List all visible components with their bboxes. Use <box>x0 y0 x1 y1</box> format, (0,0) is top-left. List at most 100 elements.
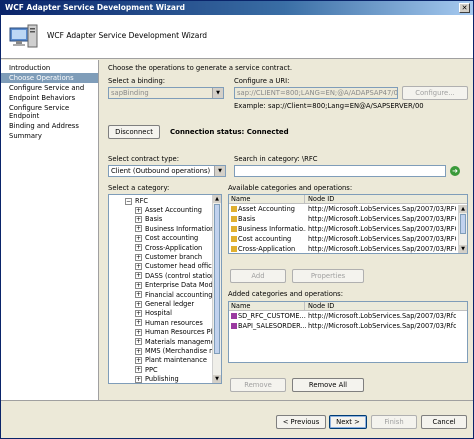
add-button[interactable]: Add <box>230 269 286 283</box>
remove-button[interactable]: Remove <box>230 378 286 392</box>
expand-icon[interactable]: + <box>135 281 142 289</box>
tree-root[interactable]: − RFC <box>125 197 148 206</box>
previous-button[interactable]: < Previous <box>276 415 326 429</box>
tree-item[interactable]: + MMS (Merchandise mgt <box>135 347 221 356</box>
scroll-thumb[interactable] <box>460 214 466 234</box>
computer-network-icon <box>9 24 38 48</box>
tree-item[interactable]: + DASS (control station) <box>135 272 218 281</box>
expand-icon[interactable]: + <box>135 347 142 355</box>
tree-item[interactable]: + Human resources <box>135 319 203 328</box>
tree-scrollbar[interactable]: ▲ ▼ <box>212 195 221 383</box>
expand-icon[interactable]: + <box>135 272 142 280</box>
folder-icon <box>231 216 237 222</box>
table-row[interactable]: Asset Accounting http://Microsoft.LobServ… <box>229 205 457 215</box>
expand-icon[interactable]: + <box>135 328 142 336</box>
expand-icon[interactable]: + <box>135 215 142 223</box>
remove-all-button[interactable]: Remove All <box>292 378 364 392</box>
tree-item[interactable]: + Financial accounting <box>135 291 212 300</box>
expand-icon[interactable]: + <box>135 262 142 270</box>
expand-icon[interactable]: + <box>135 300 142 308</box>
table-row[interactable]: Cross-Application http://Microsoft.LobSer… <box>229 245 457 253</box>
expand-icon[interactable]: + <box>135 375 142 383</box>
nav-item-configure-endpoint-2[interactable]: Binding and Address <box>1 121 98 131</box>
header-title: WCF Adapter Service Development Wizard <box>47 31 208 40</box>
tree-item[interactable]: + Customer branch <box>135 253 202 262</box>
expand-icon[interactable]: + <box>135 309 142 317</box>
search-input[interactable] <box>234 165 446 177</box>
expand-icon[interactable]: + <box>135 319 142 327</box>
folder-icon <box>231 226 237 232</box>
available-grid-header: Name Node ID <box>229 195 467 204</box>
disconnect-button[interactable]: Disconnect <box>108 125 160 139</box>
added-grid[interactable]: Name Node ID SD_RFC_CUSTOME... http://Mic… <box>228 301 468 363</box>
tree-item[interactable]: + Materials management <box>135 338 221 347</box>
expand-icon[interactable]: + <box>135 244 142 252</box>
finish-button[interactable]: Finish <box>371 415 417 429</box>
expand-icon[interactable]: + <box>135 225 142 233</box>
tree-item[interactable]: + Business Information W <box>135 225 221 234</box>
expand-icon[interactable]: + <box>135 366 142 374</box>
table-row[interactable]: SD_RFC_CUSTOME... http://Microsoft.LobSer… <box>229 312 457 322</box>
nav-item-summary[interactable]: Summary <box>1 131 98 141</box>
next-button[interactable]: Next > <box>329 415 367 429</box>
nav-item-configure-service[interactable]: Configure Service and <box>1 83 98 93</box>
nav-item-introduction[interactable]: Introduction <box>1 63 98 73</box>
tree-item[interactable]: + Plant maintenance <box>135 356 207 365</box>
tree-item[interactable]: + General ledger <box>135 300 194 309</box>
tree-item[interactable]: + Asset Accounting <box>135 206 202 215</box>
tree-item[interactable]: + Hospital <box>135 309 172 318</box>
table-row[interactable]: Basis http://Microsoft.LobServices.Sap/20… <box>229 215 457 225</box>
nav-item-choose-operations[interactable]: Choose Operations <box>1 73 98 83</box>
nav-item-configure-service-2[interactable]: Endpoint Behaviors <box>1 93 98 103</box>
category-tree[interactable]: − RFC + Asset Accounting + Basis + Business In… <box>108 194 222 384</box>
cancel-button[interactable]: Cancel <box>421 415 467 429</box>
expand-icon[interactable]: + <box>135 291 142 299</box>
uri-example: Example: sap://Client=800;Lang=EN@A/SAPS… <box>234 102 424 110</box>
contract-type-value: Client (Outbound operations) <box>111 167 211 175</box>
title-bar[interactable]: WCF Adapter Service Development Wizard ✕ <box>1 1 473 15</box>
scroll-down-icon[interactable]: ▼ <box>213 375 221 383</box>
collapse-icon[interactable]: − <box>125 197 132 205</box>
contract-type-select[interactable]: Client (Outbound operations) ▼ <box>108 165 226 177</box>
expand-icon[interactable]: + <box>135 356 142 364</box>
folder-icon <box>231 246 237 252</box>
tree-item[interactable]: + Human Resources Plan <box>135 328 221 337</box>
go-arrow-icon[interactable]: ➜ <box>450 166 460 176</box>
expand-icon[interactable]: + <box>135 253 142 261</box>
table-row[interactable]: Cost accounting http://Microsoft.LobServi… <box>229 235 457 245</box>
available-grid[interactable]: Name Node ID Asset Accounting http://Micr… <box>228 194 468 254</box>
tree-item[interactable]: + Customer head office <box>135 262 216 271</box>
scroll-up-icon[interactable]: ▲ <box>459 205 467 213</box>
expand-icon[interactable]: + <box>135 338 142 346</box>
folder-icon <box>231 236 237 242</box>
configure-button[interactable]: Configure... <box>402 86 468 100</box>
tree-item[interactable]: + Enterprise Data Model <box>135 281 219 290</box>
column-name[interactable]: Name <box>229 302 305 311</box>
uri-input[interactable]: sap://CLIENT=800;LANG=EN;@A/ADAPSAP47/00… <box>234 87 398 99</box>
tree-item[interactable]: + Cost accounting <box>135 234 198 243</box>
expand-icon[interactable]: + <box>135 206 142 214</box>
properties-button[interactable]: Properties <box>292 269 364 283</box>
uri-label: Configure a URI: <box>234 77 290 85</box>
wizard-nav: Introduction Choose Operations Configure… <box>1 60 99 400</box>
expand-icon[interactable]: + <box>135 234 142 242</box>
tree-item[interactable]: + Publishing <box>135 375 179 383</box>
main-content: Choose the operations to generate a serv… <box>100 60 473 400</box>
column-name[interactable]: Name <box>229 195 305 204</box>
nav-item-configure-endpoint[interactable]: Configure Service Endpoint <box>1 103 98 121</box>
scroll-down-icon[interactable]: ▼ <box>459 245 467 253</box>
chevron-down-icon: ▼ <box>214 166 225 176</box>
table-row[interactable]: BAPI_SALESORDER... http://Microsoft.LobSe… <box>229 322 457 332</box>
close-icon[interactable]: ✕ <box>459 3 470 13</box>
tree-item[interactable]: + Cross-Application <box>135 244 202 253</box>
binding-select[interactable]: sapBinding ▼ <box>108 87 224 99</box>
tree-item[interactable]: + Basis <box>135 215 162 224</box>
table-row[interactable]: Business Informatio... http://Microsoft.L… <box>229 225 457 235</box>
tree-item[interactable]: + PPC <box>135 366 158 375</box>
scroll-thumb[interactable] <box>214 204 220 354</box>
scroll-up-icon[interactable]: ▲ <box>213 195 221 203</box>
search-label: Search in category: \RFC <box>234 155 318 163</box>
column-node-id[interactable]: Node ID <box>306 195 456 204</box>
available-scrollbar[interactable]: ▲ ▼ <box>458 205 467 253</box>
column-node-id[interactable]: Node ID <box>306 302 456 311</box>
